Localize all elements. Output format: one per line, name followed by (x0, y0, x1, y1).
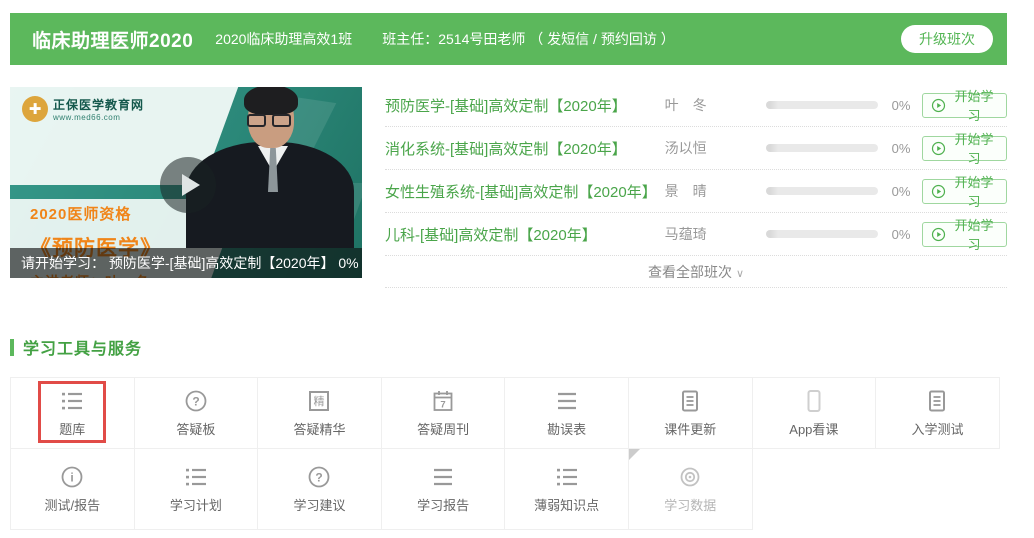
upgrade-class-button[interactable]: 升级班次 (901, 25, 993, 53)
tool-cell-entrance-test[interactable]: 入学测试 (875, 377, 1000, 449)
corner-fold-icon (629, 449, 640, 460)
brand-name: 正保医学教育网 (53, 96, 144, 113)
start-study-button[interactable]: 开始学习 (922, 93, 1007, 118)
section-title: 学习工具与服务 (23, 335, 142, 359)
tool-cell-study-plan[interactable]: 学习计划 (134, 448, 259, 530)
start-study-button[interactable]: 开始学习 (922, 136, 1007, 161)
glasses-icon (247, 114, 266, 127)
video-progress-caption: 请开始学习： 预防医学-[基础]高效定制【2020年】 0% (10, 248, 362, 278)
class-header: 临床助理医师2020 2020临床助理高效1班 班主任：2514号田老师 （ 发… (10, 13, 1007, 65)
calendar-icon: 7 (431, 389, 455, 413)
brand-cross-icon: ✚ (22, 96, 48, 122)
tool-cell-qa-board[interactable]: ? 答疑板 (134, 377, 259, 449)
list-icon (184, 465, 208, 489)
progress-percent: 0% (892, 141, 922, 156)
target-icon (678, 465, 702, 489)
progress-percent: 0% (892, 98, 922, 113)
book-callback-link[interactable]: 预约回访 (601, 29, 657, 49)
view-all-classes-link[interactable]: 查看全部班次∨ (385, 256, 1007, 288)
brand-logo: ✚ 正保医学教育网 www.med66.com (22, 96, 144, 122)
class-manager-info: 班主任：2514号田老师 （ 发短信 / 预约回访 ） (382, 29, 675, 49)
svg-text:i: i (71, 470, 74, 484)
progress-percent: 0% (892, 184, 922, 199)
tool-cell-question-bank[interactable]: 题库 (10, 377, 135, 449)
tool-cell-study-report[interactable]: 学习报告 (381, 448, 506, 530)
tool-cell-qa-highlights[interactable]: 精 答疑精华 (257, 377, 382, 449)
play-circle-icon (931, 141, 946, 156)
tools-section-header: 学习工具与服务 (10, 335, 142, 359)
tool-cell-study-advice[interactable]: ? 学习建议 (257, 448, 382, 530)
course-title-link[interactable]: 儿科-[基础]高效定制【2020年】 (385, 224, 665, 245)
svg-text:7: 7 (440, 399, 445, 410)
course-video-thumbnail[interactable]: ✚ 正保医学教育网 www.med66.com 2020医师资格 《预防医学》 … (10, 87, 362, 278)
tool-cell-app-study[interactable]: App看课 (752, 377, 877, 449)
lines-icon (555, 389, 579, 413)
course-teacher: 叶 冬 (665, 95, 741, 115)
progress-percent: 0% (892, 227, 922, 242)
course-teacher: 汤以恒 (665, 138, 741, 158)
play-circle-icon (931, 184, 946, 199)
course-list: 预防医学-[基础]高效定制【2020年】 叶 冬 0% 开始学习 消化系统-[基… (385, 84, 1007, 288)
tool-cell-study-data[interactable]: 学习数据 (628, 448, 753, 530)
brand-url: www.med66.com (53, 113, 144, 122)
course-title-link[interactable]: 消化系统-[基础]高效定制【2020年】 (385, 138, 665, 159)
play-circle-icon (931, 98, 946, 113)
course-teacher: 景 晴 (665, 181, 741, 201)
page-title: 临床助理医师2020 (32, 26, 193, 53)
course-title-link[interactable]: 女性生殖系统-[基础]高效定制【2020年】 (385, 181, 665, 202)
progress-bar (766, 101, 877, 109)
play-button[interactable] (160, 157, 216, 213)
svg-text:?: ? (316, 470, 323, 484)
play-circle-icon (931, 227, 946, 242)
start-study-button[interactable]: 开始学习 (922, 222, 1007, 247)
tool-cell-test-report[interactable]: i 测试/报告 (10, 448, 135, 530)
course-row: 预防医学-[基础]高效定制【2020年】 叶 冬 0% 开始学习 (385, 84, 1007, 127)
send-sms-link[interactable]: 发短信 (547, 29, 589, 49)
course-row: 儿科-[基础]高效定制【2020年】 马蕴琦 0% 开始学习 (385, 213, 1007, 256)
manager-label: 班主任：2514号田老师 （ (382, 29, 547, 49)
list-icon (60, 389, 84, 413)
section-accent-bar (10, 339, 14, 356)
video-title-line1: 2020医师资格 (30, 203, 162, 224)
course-row: 消化系统-[基础]高效定制【2020年】 汤以恒 0% 开始学习 (385, 127, 1007, 170)
tool-cell-qa-weekly[interactable]: 7 答疑周刊 (381, 377, 506, 449)
tool-cell-courseware-update[interactable]: 课件更新 (628, 377, 753, 449)
tools-row-1: 题库 ? 答疑板 精 答疑精华 7 答疑周刊 勘误表 课件更新 App看课 (10, 377, 1008, 449)
tool-cell-weak-points[interactable]: 薄弱知识点 (504, 448, 629, 530)
course-title-link[interactable]: 预防医学-[基础]高效定制【2020年】 (385, 95, 665, 116)
start-study-button[interactable]: 开始学习 (922, 179, 1007, 204)
link-divider: / (589, 31, 601, 47)
lines-icon (431, 465, 455, 489)
svg-text:精: 精 (314, 395, 325, 408)
course-row: 女性生殖系统-[基础]高效定制【2020年】 景 晴 0% 开始学习 (385, 170, 1007, 213)
tool-cell-errata[interactable]: 勘误表 (504, 377, 629, 449)
phone-icon (802, 389, 826, 413)
list-icon (555, 465, 579, 489)
course-teacher: 马蕴琦 (665, 224, 741, 244)
glasses-icon (272, 114, 291, 127)
close-paren: ） (657, 29, 675, 49)
progress-bar (766, 187, 877, 195)
progress-bar (766, 144, 877, 152)
chevron-down-icon: ∨ (736, 268, 744, 280)
question-circle-icon: ? (184, 389, 208, 413)
document-icon (925, 389, 949, 413)
svg-text:?: ? (192, 394, 199, 408)
progress-bar (766, 230, 877, 238)
document-icon (678, 389, 702, 413)
essence-badge-icon: 精 (307, 389, 331, 413)
tools-grid: 题库 ? 答疑板 精 答疑精华 7 答疑周刊 勘误表 课件更新 App看课 (10, 377, 1008, 530)
info-circle-icon: i (60, 465, 84, 489)
class-name: 2020临床助理高效1班 (215, 29, 352, 49)
question-circle-icon: ? (307, 465, 331, 489)
tools-row-2: i 测试/报告 学习计划 ? 学习建议 学习报告 薄弱知识点 学习数据 (10, 449, 1008, 530)
play-triangle-icon (182, 174, 200, 196)
